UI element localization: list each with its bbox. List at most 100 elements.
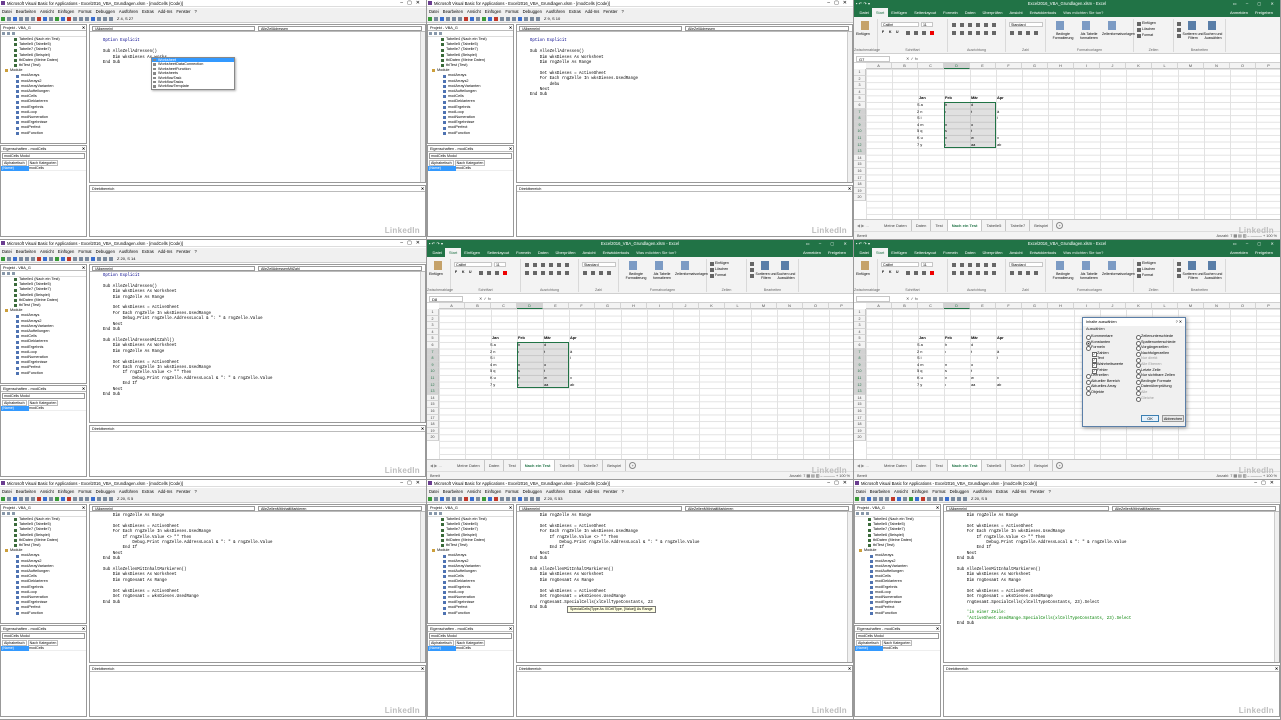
edit-big-icon[interactable] <box>1208 21 1216 30</box>
sheet-tab[interactable]: Nach ein Test <box>947 220 983 231</box>
row-header[interactable]: 15 <box>427 401 439 408</box>
align-icon[interactable] <box>557 263 561 267</box>
ribbon-tab[interactable]: Seitenlayout <box>911 248 940 257</box>
toolbar-button-icon[interactable] <box>452 497 456 501</box>
menu-item[interactable]: Datei <box>2 249 12 254</box>
paste-icon[interactable] <box>861 21 869 30</box>
sheet-tab[interactable]: Daten <box>485 460 505 471</box>
column-header[interactable]: N <box>777 303 803 309</box>
menu-item[interactable]: Ausführen <box>546 489 565 494</box>
sheet-tab[interactable]: Daten <box>912 460 932 471</box>
worksheet-grid[interactable]: ABCDEFGHIJKLMNOPQ12345678910111213141516… <box>427 303 853 459</box>
toolbar-button-icon[interactable] <box>109 257 113 261</box>
row-header[interactable]: 20 <box>854 434 866 441</box>
menu-item[interactable]: Add-Ins <box>158 489 172 494</box>
ribbon-tab[interactable]: Formeln <box>940 8 962 17</box>
code-editor[interactable]: Dim rngZelle As Range Set wksDieses = Ac… <box>517 512 847 662</box>
column-header[interactable]: J <box>1100 303 1126 309</box>
align-icon[interactable] <box>549 263 553 267</box>
row-header[interactable]: 2 <box>427 315 439 323</box>
style-icon[interactable] <box>629 261 637 270</box>
column-header[interactable]: H <box>1048 63 1074 69</box>
close-icon[interactable]: ✕ <box>509 146 512 151</box>
toolbar-button-icon[interactable] <box>91 497 95 501</box>
toolbar-button-icon[interactable] <box>25 17 29 21</box>
menu-item[interactable]: Add-Ins <box>585 489 599 494</box>
row-header[interactable]: 14 <box>427 394 439 402</box>
font-tool-icon[interactable] <box>922 31 926 35</box>
paste-button[interactable]: Einfügen <box>856 32 870 36</box>
toolbar-button-icon[interactable] <box>500 17 504 21</box>
number-tool-icon[interactable] <box>1026 31 1030 35</box>
align-icon[interactable] <box>533 263 537 267</box>
close-icon[interactable]: ✕ <box>421 666 424 671</box>
toolbar-button-icon[interactable] <box>43 257 47 261</box>
menu-item[interactable]: Debuggen <box>96 9 115 14</box>
menu-item[interactable]: Debuggen <box>950 489 969 494</box>
object-combo[interactable]: (Allgemein) <box>946 506 1109 511</box>
column-header[interactable]: J <box>673 303 699 309</box>
menu-item[interactable]: Ausführen <box>119 489 138 494</box>
toolbar-button-icon[interactable] <box>476 497 480 501</box>
procedure-combo[interactable]: AlleZellenMitInhaltMarkieren <box>1112 506 1276 511</box>
toolbar-button-icon[interactable] <box>440 497 444 501</box>
object-combo[interactable]: (Allgemein) <box>92 26 255 31</box>
toolbar-button-icon[interactable] <box>506 497 510 501</box>
cond-button[interactable]: Bedingte Formatierung <box>623 272 649 280</box>
properties-object-select[interactable]: modCells Modul <box>2 633 85 639</box>
toolbar-button-icon[interactable] <box>891 497 895 501</box>
project-item[interactable]: modFunction <box>1 131 86 136</box>
sheet-tab[interactable]: Nach ein Test <box>947 460 983 471</box>
menu-item[interactable]: Fenster <box>176 249 190 254</box>
row-header[interactable]: 13 <box>427 388 439 395</box>
close-icon[interactable]: ✕ <box>421 186 424 191</box>
menu-item[interactable]: Ansicht <box>40 9 54 14</box>
close-icon[interactable]: ✕ <box>936 505 939 510</box>
toolbar-button-icon[interactable] <box>1 257 5 261</box>
toolbar-button-icon[interactable] <box>103 257 107 261</box>
project-tool-icon[interactable] <box>861 512 864 515</box>
paste-button[interactable]: Einfügen <box>429 272 443 276</box>
column-header[interactable]: O <box>1230 63 1256 69</box>
procedure-combo[interactable]: AlleZellenMitInhaltMarkieren <box>685 506 849 511</box>
edit-tool-icon[interactable] <box>750 274 754 278</box>
property-row[interactable]: (Name) modCells <box>1 646 86 651</box>
quick-access-toolbar[interactable]: ▪ ↶ ↷ ▾ <box>856 240 870 248</box>
column-header[interactable]: D <box>517 303 543 309</box>
zfv-button[interactable]: Zellenformatvorlagen <box>1102 272 1135 276</box>
menu-item[interactable]: Einfügen <box>912 489 929 494</box>
column-header[interactable]: O <box>1230 303 1256 309</box>
project-item[interactable]: modFunction <box>428 131 513 136</box>
style-icon[interactable] <box>1082 261 1090 270</box>
column-header[interactable]: B <box>465 303 491 309</box>
column-header[interactable]: G <box>1022 303 1048 309</box>
sheet-tab[interactable]: Tabelle7 <box>1006 460 1031 471</box>
row-header[interactable]: 12 <box>427 381 439 389</box>
column-header[interactable]: G <box>1022 63 1048 69</box>
row-header[interactable]: 3 <box>854 82 866 89</box>
ribbon-tab[interactable]: Überprüfen <box>979 8 1006 17</box>
project-tool-icon[interactable] <box>7 512 10 515</box>
row-header[interactable]: 17 <box>854 174 866 182</box>
format-button[interactable]: F <box>882 30 884 34</box>
column-header[interactable]: C <box>918 63 944 69</box>
style-icon[interactable] <box>1056 261 1064 270</box>
menu-item[interactable]: ? <box>622 9 624 14</box>
toolbar-button-icon[interactable] <box>464 17 468 21</box>
toolbar-button-icon[interactable] <box>7 497 11 501</box>
toolbar-button-icon[interactable] <box>49 257 53 261</box>
number-format-select[interactable]: Standard <box>1009 22 1043 27</box>
toolbar-button-icon[interactable] <box>97 17 101 21</box>
number-tool-icon[interactable] <box>583 271 587 275</box>
font-tool-icon[interactable] <box>487 271 491 275</box>
row-header[interactable]: 20 <box>427 434 439 441</box>
align-icon[interactable] <box>976 271 980 275</box>
column-header[interactable]: P <box>1256 303 1280 309</box>
account-link[interactable]: Freigeben <box>824 248 849 257</box>
menu-item[interactable]: Einfügen <box>58 9 75 14</box>
close-icon[interactable]: ✕ <box>82 265 85 270</box>
sheet-tab[interactable]: Nach ein Test <box>520 460 556 471</box>
menu-item[interactable]: Datei <box>429 9 439 14</box>
toolbar-button-icon[interactable] <box>452 17 456 21</box>
number-tool-icon[interactable] <box>607 271 611 275</box>
